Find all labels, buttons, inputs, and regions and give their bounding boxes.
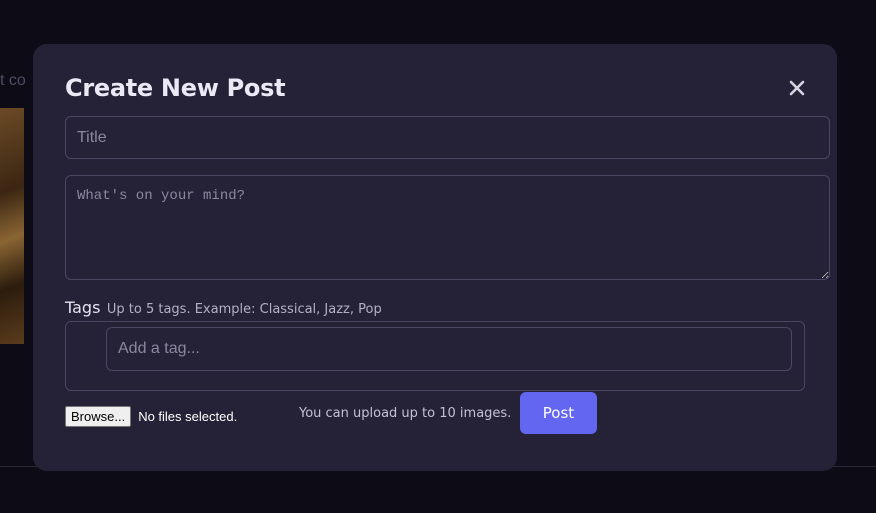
file-status: No files selected. [138,408,238,424]
background-text-fragment: t co [0,72,26,89]
tags-container [65,321,805,391]
browse-button[interactable]: Browse... [65,405,132,427]
post-body-textarea[interactable] [65,175,830,280]
tags-header: Tags Up to 5 tags. Example: Classical, J… [65,298,382,318]
tags-label: Tags [65,298,101,317]
background-image [0,108,24,344]
upload-hint: You can upload up to 10 images. [299,406,512,421]
modal-title: Create New Post [65,74,286,102]
page: t co Create New Post Tags Up to 5 tags. … [0,0,876,513]
close-icon [785,76,809,100]
post-button[interactable]: Post [520,392,597,434]
tag-input[interactable] [106,327,792,371]
create-post-modal: Create New Post Tags Up to 5 tags. Examp… [33,44,837,471]
close-button[interactable] [785,76,809,100]
tags-hint: Up to 5 tags. Example: Classical, Jazz, … [106,302,382,317]
title-input[interactable] [65,116,830,159]
file-upload: Browse... No files selected. [65,405,237,427]
